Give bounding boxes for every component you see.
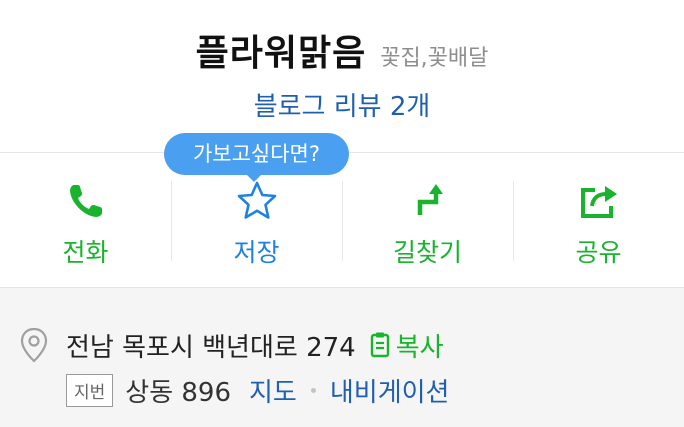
copy-icon — [370, 332, 389, 358]
navigation-link[interactable]: 내비게이션 — [330, 372, 450, 409]
directions-label: 길찾기 — [392, 238, 462, 267]
place-category: 꽃집,꽃배달 — [380, 46, 489, 71]
separator-dot — [310, 387, 316, 393]
action-bar: 전화 저장 길찾기 공유 — [0, 153, 684, 287]
route-arrow-icon — [417, 184, 443, 215]
place-name: 플라워맑음 — [195, 33, 367, 74]
jibun-address-row: 지번 상동 896 지도 내비게이션 — [66, 370, 449, 410]
road-address: 전남 목포시 백년대로 274 — [66, 332, 356, 363]
call-label: 전화 — [62, 238, 109, 267]
tooltip-arrow — [246, 174, 262, 182]
share-icon — [580, 186, 617, 218]
save-hint-tooltip: 가보고싶다면? — [164, 133, 349, 175]
share-button[interactable]: 공유 — [513, 153, 684, 287]
jibun-address: 상동 896 — [125, 377, 232, 408]
blog-review-link[interactable]: 블로그 리뷰 2개 — [0, 86, 684, 123]
road-address-row: 전남 목포시 백년대로 274 복사 — [20, 325, 444, 365]
location-pin-icon — [20, 327, 48, 363]
copy-label: 복사 — [395, 332, 444, 363]
save-label: 저장 — [233, 238, 280, 267]
star-icon — [237, 181, 276, 219]
copy-address-button[interactable]: 복사 — [370, 327, 444, 364]
phone-icon — [69, 185, 102, 217]
place-header: 플라워맑음 꽃집,꽃배달 블로그 리뷰 2개 — [0, 0, 684, 152]
share-label: 공유 — [575, 238, 622, 267]
map-link[interactable]: 지도 — [249, 372, 297, 409]
jibun-badge: 지번 — [66, 373, 114, 407]
call-button[interactable]: 전화 — [0, 153, 171, 287]
title-row: 플라워맑음 꽃집,꽃배달 — [0, 24, 684, 76]
directions-button[interactable]: 길찾기 — [342, 153, 513, 287]
